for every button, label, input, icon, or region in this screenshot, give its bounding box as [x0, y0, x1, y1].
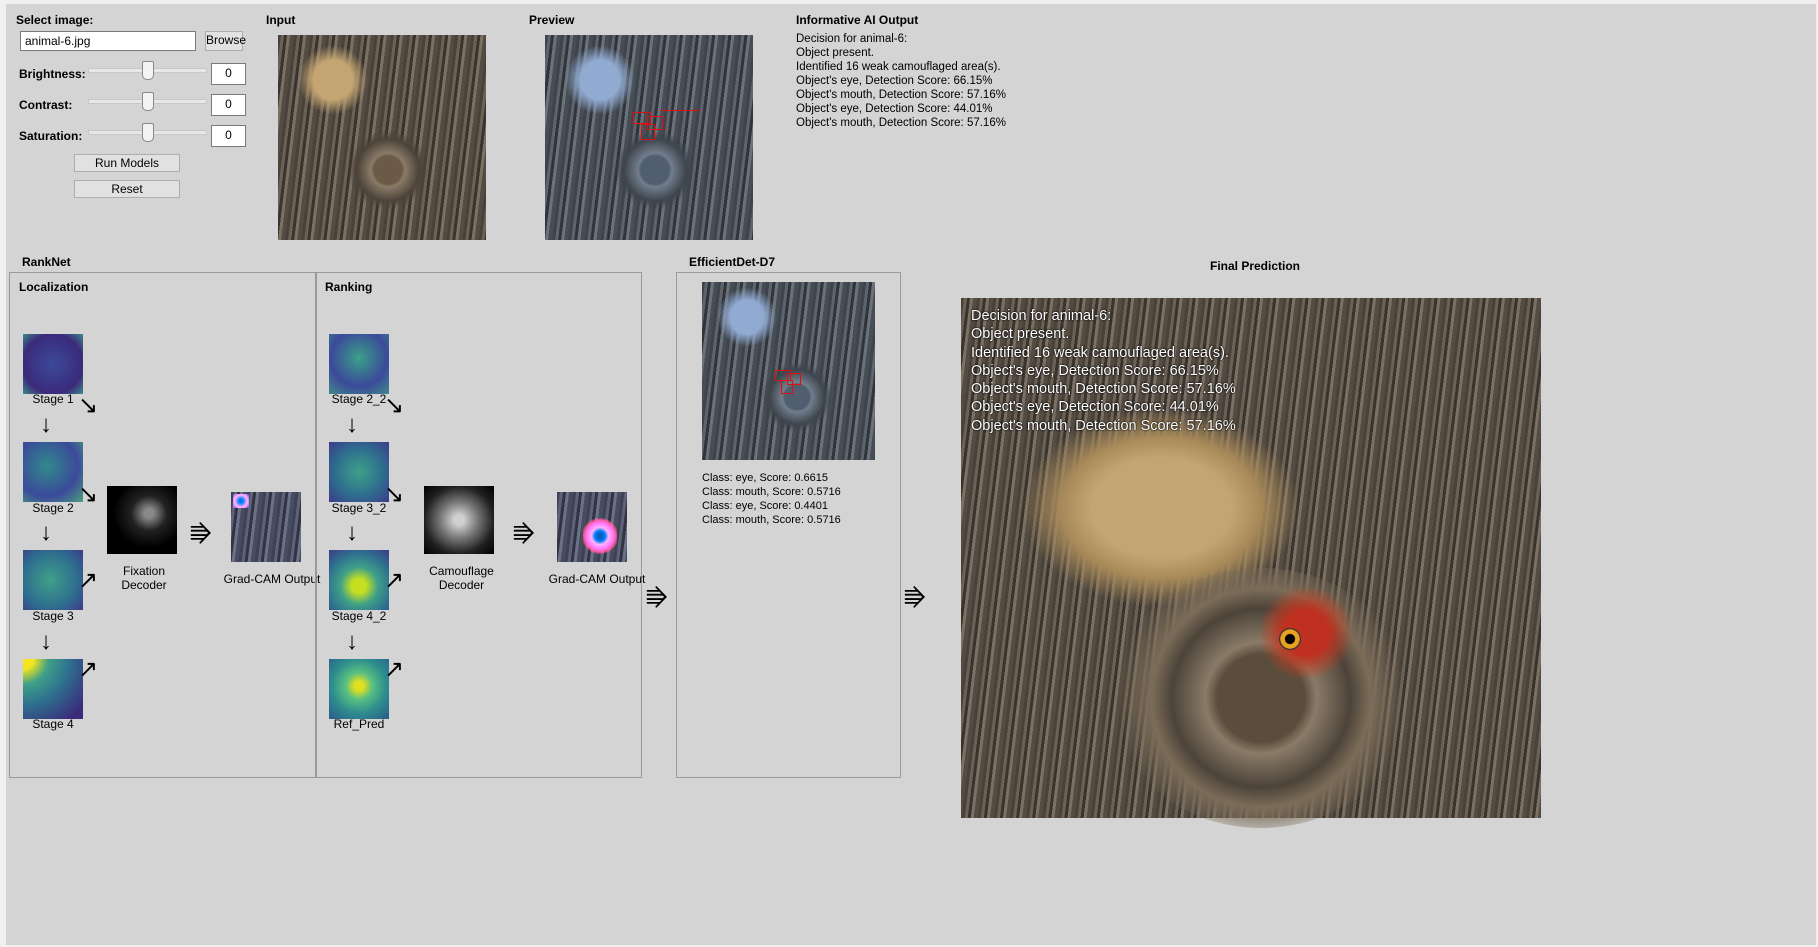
arrow-diag-up-icon: ↗: [384, 656, 405, 683]
leaf-cluster: [298, 45, 368, 115]
gradcam-hotspot: [233, 494, 249, 508]
saturation-value[interactable]: 0: [211, 125, 246, 147]
stage-3-label: Stage 3: [32, 609, 74, 623]
gradcam-hotspot: [583, 518, 617, 554]
arrow-diag-up-icon: ↗: [78, 656, 99, 683]
final-overlay-text: Decision for animal-6: Object present. I…: [971, 307, 1236, 435]
ranknet-title: RankNet: [22, 255, 71, 269]
localization-panel: Localization Stage 1 ↘ ↓ Stage 2 ↘ ↓ Sta…: [9, 272, 320, 778]
efficientdet-title: EfficientDet-D7: [689, 255, 776, 269]
flow-arrow-icon: ⭆: [513, 522, 535, 549]
leaf-cluster: [565, 45, 635, 115]
ai-output-title: Informative AI Output: [796, 13, 919, 27]
final-overlay-line: Object's mouth, Detection Score: 57.16%: [971, 381, 1236, 398]
run-models-button[interactable]: Run Models: [74, 154, 180, 172]
final-overlay-line: Object present.: [971, 326, 1070, 343]
gradcam-output-label: Grad-CAM Output: [548, 572, 646, 586]
fixation-decoder-label: Fixation Decoder: [121, 564, 167, 592]
stage-4-2-label: Stage 4_2: [331, 609, 387, 623]
efficientdet-result: Class: eye, Score: 0.6615: [702, 472, 828, 484]
preview-title: Preview: [529, 13, 575, 27]
arrow-down-icon: ↓: [346, 628, 358, 655]
brightness-slider-thumb[interactable]: [142, 61, 154, 80]
ranking-panel: Ranking Stage 2_2 ↘ ↓ Stage 3_2 ↘ ↓ Stag…: [315, 272, 645, 778]
input-image: [278, 35, 486, 240]
stage-2-2-map: [329, 334, 389, 394]
owl-eye: [1279, 628, 1301, 650]
select-image-label: Select image:: [16, 13, 94, 27]
arrow-down-icon: ↓: [40, 519, 52, 546]
stage-4-2-map: [329, 550, 389, 610]
final-overlay-line: Decision for animal-6:: [971, 308, 1112, 324]
tree-hollow: [348, 130, 428, 210]
camouflage-decoder-map: [424, 486, 494, 554]
efficientdet-result: Class: mouth, Score: 0.5716: [702, 514, 841, 526]
final-overlay-line: Object's mouth, Detection Score: 57.16%: [971, 417, 1236, 434]
contrast-slider-thumb[interactable]: [142, 92, 154, 111]
stage-3-2-map: [329, 442, 389, 502]
final-prediction-title: Final Prediction: [1210, 259, 1301, 273]
brightness-value[interactable]: 0: [211, 63, 246, 85]
arrow-diag-down-icon: ↘: [384, 392, 405, 419]
detection-box: [641, 124, 655, 140]
final-prediction-image: Decision for animal-6: Object present. I…: [961, 298, 1541, 828]
ref-pred-label: Ref_Pred: [333, 717, 385, 731]
reset-button[interactable]: Reset: [74, 180, 180, 198]
localization-title: Localization: [19, 280, 89, 294]
file-path-input[interactable]: [20, 31, 196, 51]
arrow-diag-up-icon: ↗: [384, 567, 405, 594]
stage-2-map: [23, 442, 83, 502]
ref-pred-map: [329, 659, 389, 719]
detection-box: [781, 380, 793, 394]
input-title: Input: [266, 13, 296, 27]
app-window: Select image: Browse Brightness: 0 Contr…: [6, 4, 1816, 945]
arrow-diag-down-icon: ↘: [78, 481, 99, 508]
stage-4-map: [23, 659, 83, 719]
arrow-down-icon: ↓: [40, 411, 52, 438]
arrow-down-icon: ↓: [40, 628, 52, 655]
ai-output-line: Object's mouth, Detection Score: 57.16%: [796, 117, 1006, 129]
camouflage-decoder-label: Camouflage Decoder: [429, 564, 494, 592]
detection-label-line: [660, 110, 700, 119]
leaf-cluster: [717, 287, 777, 347]
flow-arrow-icon: ⭆: [646, 586, 668, 613]
brightness-label: Brightness:: [19, 67, 86, 81]
final-overlay-line: Object's eye, Detection Score: 66.15%: [971, 362, 1219, 379]
saturation-slider-thumb[interactable]: [142, 123, 154, 142]
efficientdet-result: Class: mouth, Score: 0.5716: [702, 486, 841, 498]
tree-hollow: [615, 130, 695, 210]
flow-arrow-icon: ⭆: [190, 522, 212, 549]
arrow-down-icon: ↓: [346, 519, 358, 546]
saturation-label: Saturation:: [19, 129, 83, 143]
efficientdet-result: Class: eye, Score: 0.4401: [702, 500, 828, 512]
final-overlay-line: Identified 16 weak camouflaged area(s).: [971, 344, 1229, 361]
stage-3-map: [23, 550, 83, 610]
gradcam-output-ranking: [557, 492, 627, 562]
flow-arrow-icon: ⭆: [904, 586, 926, 613]
arrow-diag-up-icon: ↗: [78, 567, 99, 594]
arrow-down-icon: ↓: [346, 411, 358, 438]
fixation-decoder-map: [107, 486, 177, 554]
browse-button[interactable]: Browse: [205, 31, 246, 51]
stage-4-label: Stage 4: [32, 717, 74, 731]
ranking-title: Ranking: [325, 280, 373, 294]
stage-1-map: [23, 334, 83, 394]
contrast-label: Contrast:: [19, 98, 73, 112]
contrast-value[interactable]: 0: [211, 94, 246, 116]
efficientdet-panel: Class: eye, Score: 0.6615 Class: mouth, …: [676, 272, 901, 778]
gradcam-overlay: [1261, 588, 1351, 678]
arrow-diag-down-icon: ↘: [384, 481, 405, 508]
final-overlay-line: Object's eye, Detection Score: 44.01%: [971, 399, 1219, 416]
gradcam-output-localization: [231, 492, 301, 562]
gradcam-output-label: Grad-CAM Output: [223, 572, 321, 586]
arrow-diag-down-icon: ↘: [78, 392, 99, 419]
